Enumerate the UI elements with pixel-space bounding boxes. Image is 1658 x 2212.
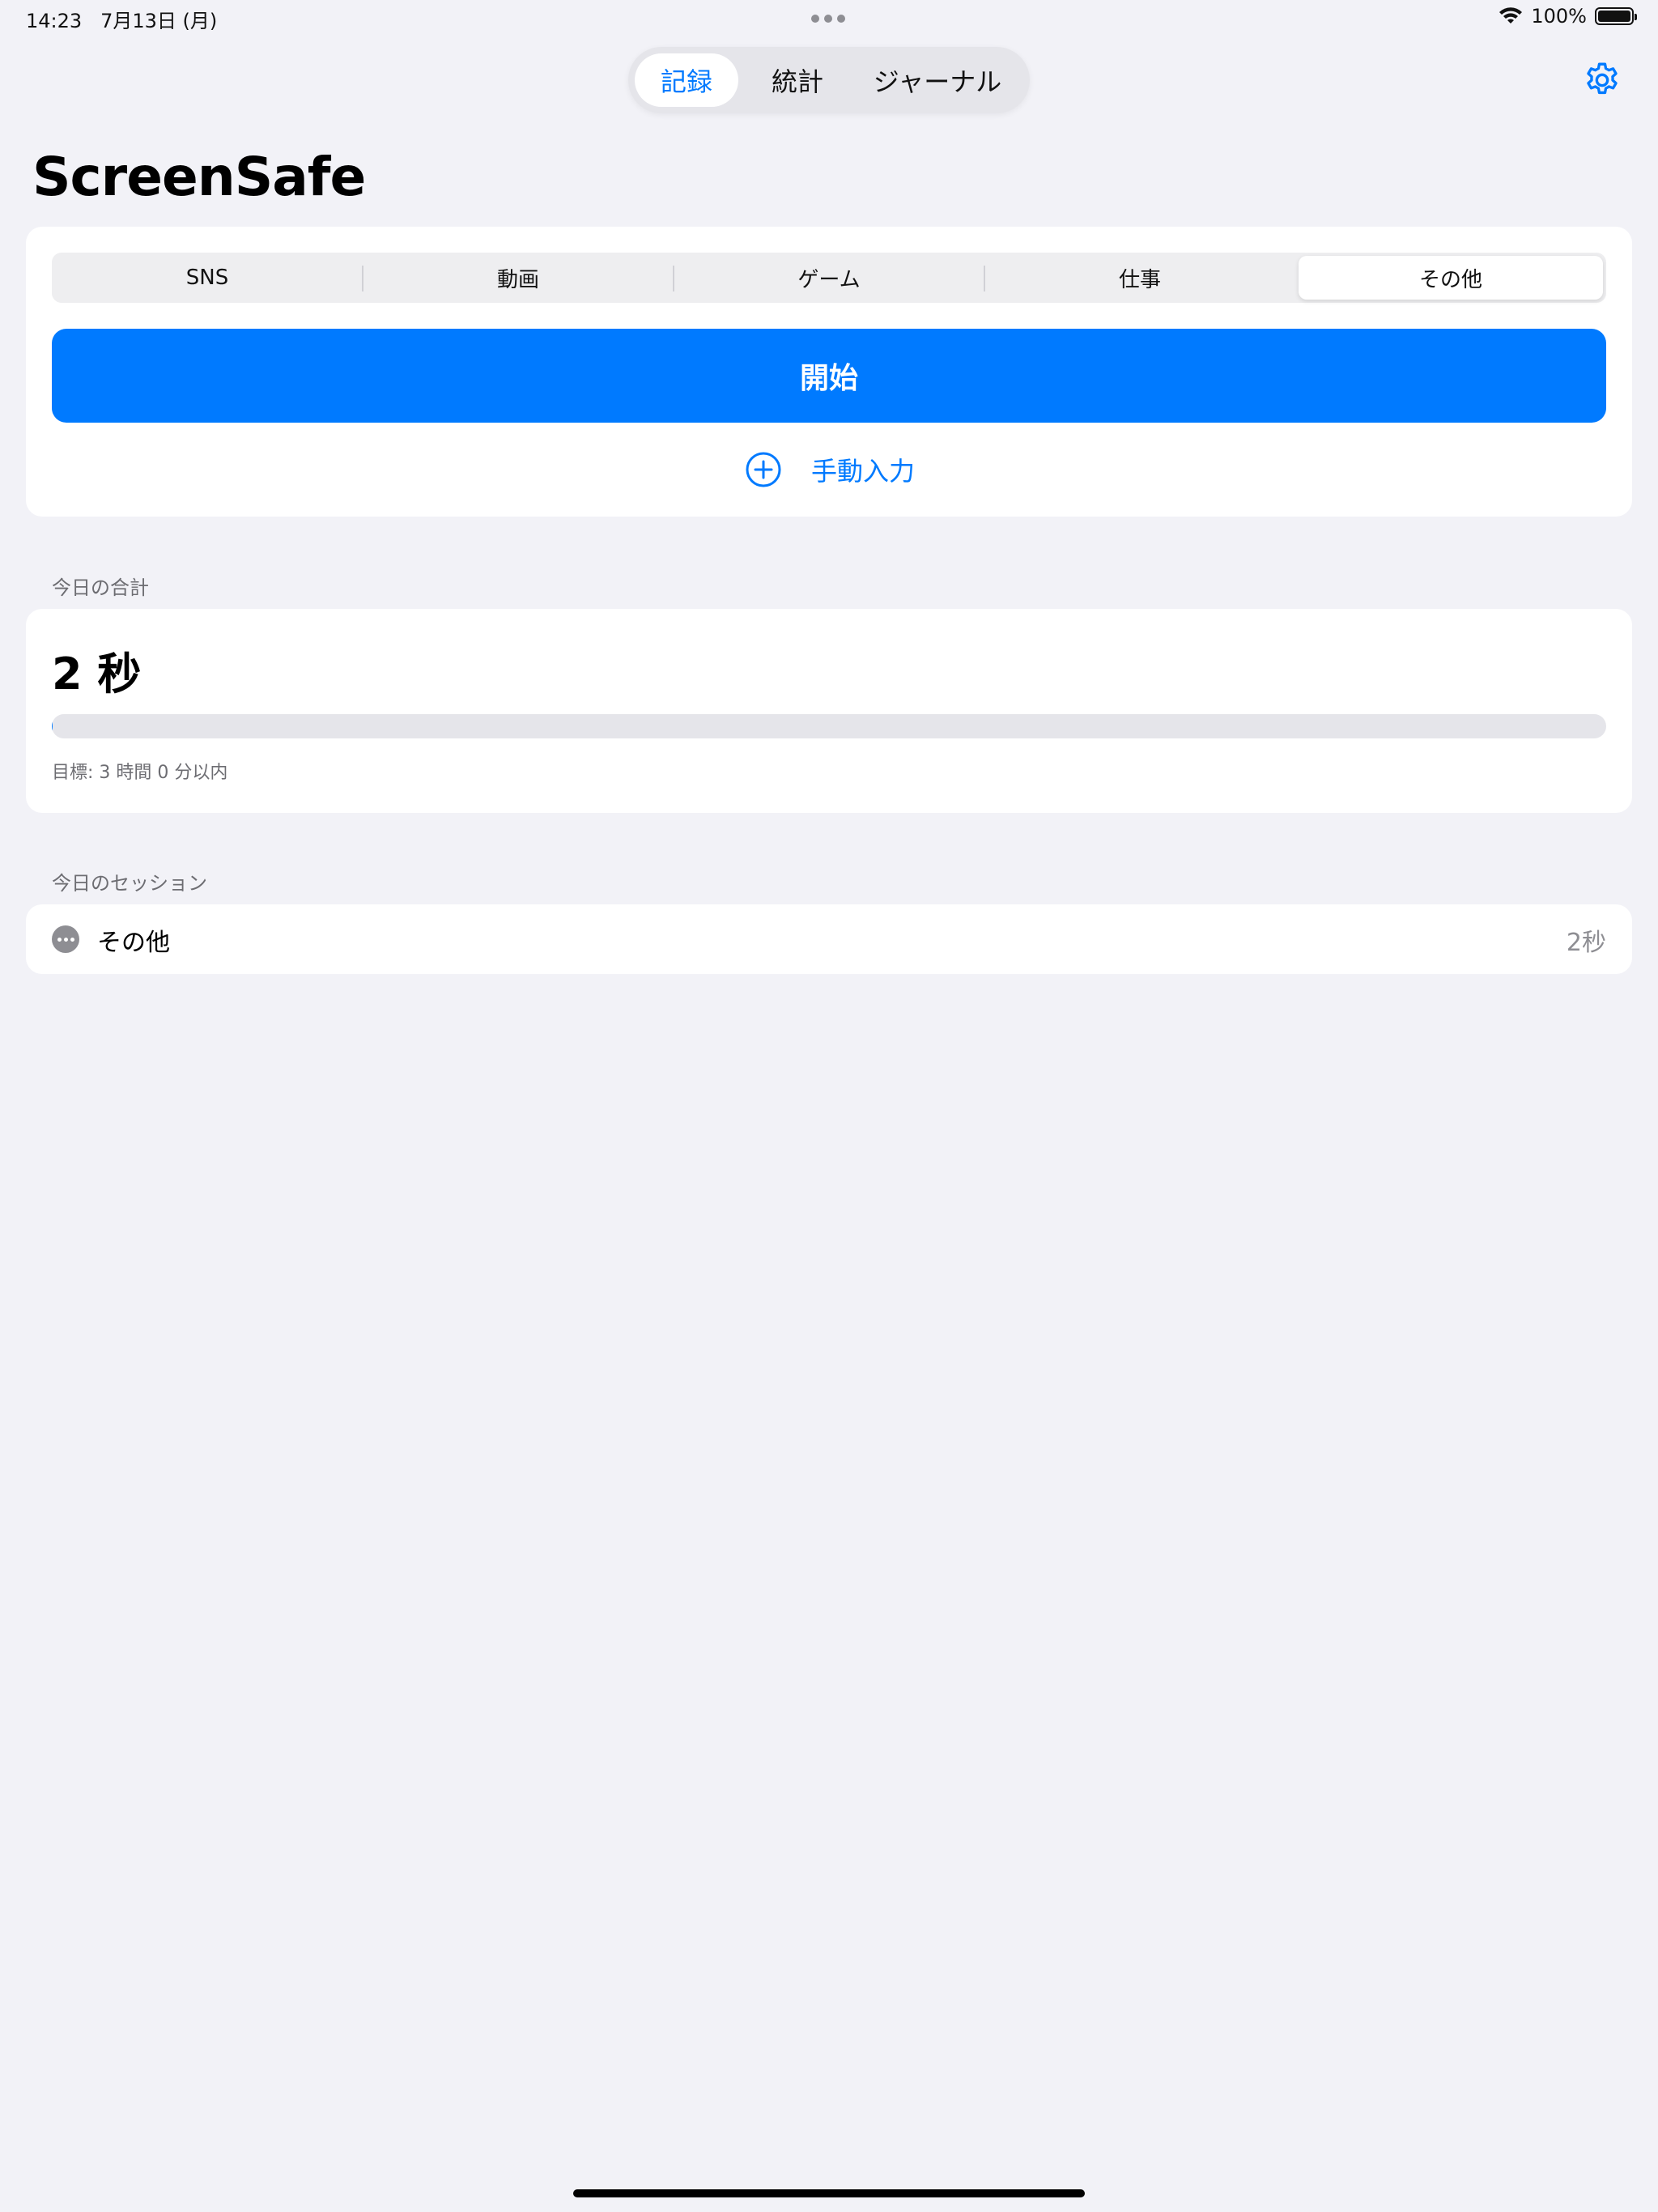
battery-icon: [1595, 7, 1637, 25]
plus-circle-icon: [746, 452, 781, 487]
category-video[interactable]: 動画: [366, 256, 670, 300]
battery-percentage: 100%: [1531, 5, 1587, 28]
gear-icon[interactable]: [1582, 60, 1622, 100]
today-total-value: 2 秒: [52, 649, 142, 700]
status-bar-time: 14:23 7月13日 (月): [26, 5, 217, 33]
wifi-icon: [1499, 7, 1523, 23]
category-other[interactable]: その他: [1299, 256, 1603, 300]
session-name: その他: [97, 929, 170, 957]
category-segmented-control: SNS 動画 ゲーム 仕事 その他: [52, 253, 1606, 303]
top-tab-bar: 記録 統計 ジャーナル: [628, 47, 1030, 113]
category-work[interactable]: 仕事: [988, 256, 1292, 300]
start-button[interactable]: 開始: [52, 329, 1606, 423]
home-indicator[interactable]: [573, 2189, 1085, 2197]
segment-divider: [362, 266, 363, 291]
goal-text: 目標: 3 時間 0 分以内: [52, 763, 228, 783]
status-date: 7月13日 (月): [100, 10, 218, 32]
timer-card: SNS 動画 ゲーム 仕事 その他 開始 手動入力: [26, 227, 1632, 517]
tab-statistics[interactable]: 統計: [748, 53, 847, 107]
goal-progress-bar: [52, 714, 1606, 738]
today-total-card: 2 秒 目標: 3 時間 0 分以内: [26, 609, 1632, 813]
tab-journal[interactable]: ジャーナル: [857, 53, 1018, 107]
manual-entry-button[interactable]: 手動入力: [745, 447, 915, 492]
multitasking-dots-icon[interactable]: [811, 15, 845, 23]
manual-entry-label: 手動入力: [811, 456, 916, 487]
status-time: 14:23: [26, 10, 83, 32]
app-title: ScreenSafe: [32, 146, 366, 208]
today-total-header: 今日の合計: [52, 576, 149, 599]
segment-divider: [673, 266, 674, 291]
session-duration: 2秒: [1566, 929, 1606, 957]
category-sns[interactable]: SNS: [55, 256, 359, 300]
session-list-item[interactable]: その他 2秒: [26, 904, 1632, 974]
today-sessions-header: 今日のセッション: [52, 872, 207, 895]
tab-record[interactable]: 記録: [635, 53, 738, 107]
segment-divider: [984, 266, 985, 291]
category-game[interactable]: ゲーム: [677, 256, 981, 300]
ellipsis-circle-icon: [52, 925, 79, 953]
status-bar-right: 100%: [1499, 5, 1637, 28]
